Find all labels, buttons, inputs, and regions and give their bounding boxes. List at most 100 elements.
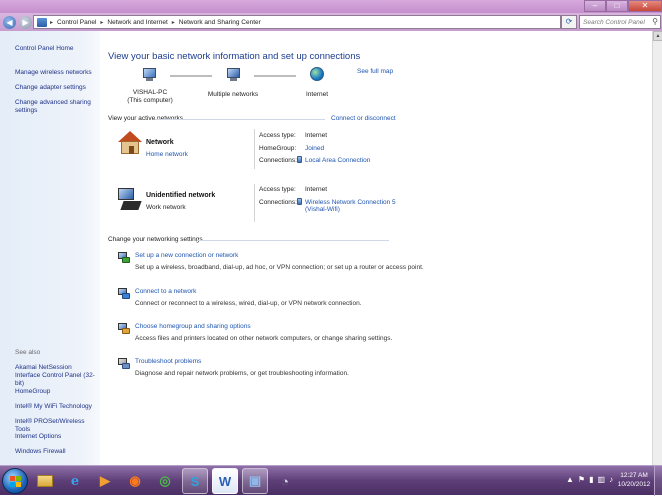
sidebar-item-manage-wireless[interactable]: Manage wireless networks <box>15 69 92 77</box>
chrome-icon: ◎ <box>159 473 171 488</box>
battery-icon[interactable]: ▮ <box>589 475 593 484</box>
minimize-button[interactable]: – <box>584 0 606 12</box>
task-homegroup-desc: Access files and printers located on oth… <box>135 335 393 342</box>
network-status-icon[interactable]: ▥ <box>598 475 606 484</box>
chevron-right-icon[interactable]: ▸ <box>172 19 175 26</box>
address-bar: ◀ ▶ ▸ Control Panel ▸ Network and Intern… <box>0 13 662 31</box>
chevron-right-icon[interactable]: ▸ <box>100 19 103 26</box>
map-connector <box>254 75 296 77</box>
page-title: View your basic network information and … <box>108 51 361 62</box>
vertical-scrollbar[interactable]: ▲ <box>652 31 662 465</box>
action-center-flag-icon[interactable]: ⚑ <box>578 475 585 484</box>
see-also-my-wifi[interactable]: Intel® My WiFi Technology <box>15 403 92 411</box>
see-also-firewall[interactable]: Windows Firewall <box>15 448 66 456</box>
explorer-taskbar-button[interactable] <box>32 468 58 494</box>
search-input[interactable]: Search Control Panel ⚲ <box>579 15 661 29</box>
firefox-icon: ◉ <box>129 473 141 488</box>
wireless-ssid[interactable]: (Vishal-Wifi) <box>305 206 396 213</box>
clock[interactable]: 12:27 AM 10/20/2012 <box>616 471 652 489</box>
wireless-signal-icon <box>297 198 302 205</box>
breadcrumb-network-and-internet[interactable]: Network and Internet <box>107 19 167 26</box>
task-new-connection-link[interactable]: Set up a new connection or network <box>135 252 238 259</box>
system-tray: ▲ ⚑ ▮ ▥ ♪ <box>566 475 613 484</box>
task-troubleshoot-desc: Diagnose and repair network problems, or… <box>135 370 349 377</box>
access-type-label: Access type: <box>259 186 296 193</box>
refresh-button[interactable]: ⟳ <box>561 15 577 29</box>
firefox-taskbar-button[interactable]: ◉ <box>122 468 148 494</box>
windows-logo-icon <box>10 476 21 487</box>
work-network-icon <box>118 188 142 212</box>
divider <box>254 184 255 222</box>
back-button[interactable]: ◀ <box>3 15 16 29</box>
computer-icon[interactable] <box>142 68 157 82</box>
connect-or-disconnect-link[interactable]: Connect or disconnect <box>331 115 396 122</box>
sidebar-item-control-panel-home[interactable]: Control Panel Home <box>15 45 74 53</box>
globe-icon[interactable] <box>310 67 324 81</box>
start-button[interactable] <box>2 468 28 494</box>
app-icon: ◔ <box>281 473 289 489</box>
taskbar: e ▶ ◉ ◎ S W ▣ ◔ ▲ ⚑ ▮ ▥ ♪ 12:27 AM 10/20… <box>0 465 662 496</box>
task-homegroup-link[interactable]: Choose homegroup and sharing options <box>135 323 251 330</box>
content-area: Control Panel Home Manage wireless netwo… <box>0 31 662 465</box>
troubleshoot-icon <box>118 358 130 370</box>
word-taskbar-button[interactable]: W <box>212 468 238 494</box>
media-player-icon: ▶ <box>100 473 110 488</box>
settings-heading: Change your networking settings <box>108 236 203 243</box>
internet-explorer-icon: e <box>70 473 80 489</box>
chrome-taskbar-button[interactable]: ◎ <box>152 468 178 494</box>
show-hidden-icons-icon[interactable]: ▲ <box>566 475 574 484</box>
volume-icon[interactable]: ♪ <box>609 475 613 484</box>
connections-label: Connections: <box>259 199 297 206</box>
breadcrumb-control-panel[interactable]: Control Panel <box>57 19 96 26</box>
chevron-right-icon[interactable]: ▸ <box>50 19 53 26</box>
homegroup-sharing-icon <box>118 323 130 335</box>
divider <box>197 240 389 241</box>
see-also-akamai[interactable]: Akamai NetSession Interface Control Pane… <box>15 364 97 388</box>
see-also-internet-options[interactable]: Internet Options <box>15 433 61 441</box>
network-type-link[interactable]: Home network <box>146 151 188 158</box>
skype-taskbar-button[interactable]: S <box>182 468 208 494</box>
search-icon[interactable]: ⚲ <box>652 17 658 26</box>
network-name: Unidentified network <box>146 192 216 199</box>
clock-time: 12:27 AM <box>620 472 648 479</box>
breadcrumb[interactable]: ▸ Control Panel ▸ Network and Internet ▸… <box>33 15 561 29</box>
map-node-computer-sub: (This computer) <box>127 97 173 104</box>
local-area-connection-link[interactable]: Local Area Connection <box>305 157 370 164</box>
forward-button[interactable]: ▶ <box>19 15 32 29</box>
task-new-connection-desc: Set up a wireless, broadband, dial-up, a… <box>135 264 424 271</box>
task-connect-desc: Connect or reconnect to a wireless, wire… <box>135 300 362 307</box>
divider <box>254 129 255 169</box>
sidebar-item-adapter-settings[interactable]: Change adapter settings <box>15 84 86 92</box>
app-taskbar-button[interactable]: ◔ <box>272 468 298 494</box>
scroll-up-button[interactable]: ▲ <box>653 31 662 41</box>
show-desktop-button[interactable] <box>654 466 662 496</box>
multiple-networks-icon[interactable] <box>226 68 241 82</box>
see-also-proset[interactable]: Intel® PROSet/Wireless Tools <box>15 418 100 434</box>
folder-icon <box>37 475 53 487</box>
control-panel-icon: ▣ <box>248 473 262 488</box>
see-also-homegroup[interactable]: HomeGroup <box>15 388 50 396</box>
task-troubleshoot-link[interactable]: Troubleshoot problems <box>135 358 201 365</box>
sidebar: Control Panel Home Manage wireless netwo… <box>0 31 100 465</box>
main-panel: View your basic network information and … <box>100 31 652 465</box>
wireless-connection-link[interactable]: Wireless Network Connection 5 (Vishal-Wi… <box>305 199 396 213</box>
sidebar-item-advanced-sharing[interactable]: Change advanced sharing settings <box>15 99 95 115</box>
close-button[interactable]: ✕ <box>628 0 662 12</box>
breadcrumb-network-sharing-center[interactable]: Network and Sharing Center <box>179 19 261 26</box>
see-full-map-link[interactable]: See full map <box>357 68 393 75</box>
map-connector <box>170 75 212 77</box>
word-icon: W <box>218 473 232 489</box>
wireless-connection-name[interactable]: Wireless Network Connection 5 <box>305 199 396 206</box>
media-player-taskbar-button[interactable]: ▶ <box>92 468 118 494</box>
ie-taskbar-button[interactable]: e <box>62 468 88 494</box>
access-type-value: Internet <box>305 186 328 193</box>
map-node-computer: VISHAL-PC (This computer) <box>120 89 180 105</box>
maximize-button[interactable]: □ <box>606 0 628 12</box>
homegroup-label: HomeGroup: <box>259 145 297 152</box>
map-node-multiple-networks: Multiple networks <box>207 91 259 98</box>
control-panel-icon <box>37 17 47 27</box>
task-connect-link[interactable]: Connect to a network <box>135 288 196 295</box>
window-title-bar[interactable]: – □ ✕ <box>0 0 662 13</box>
control-panel-taskbar-button[interactable]: ▣ <box>242 468 268 494</box>
homegroup-joined-link[interactable]: Joined <box>305 145 324 152</box>
